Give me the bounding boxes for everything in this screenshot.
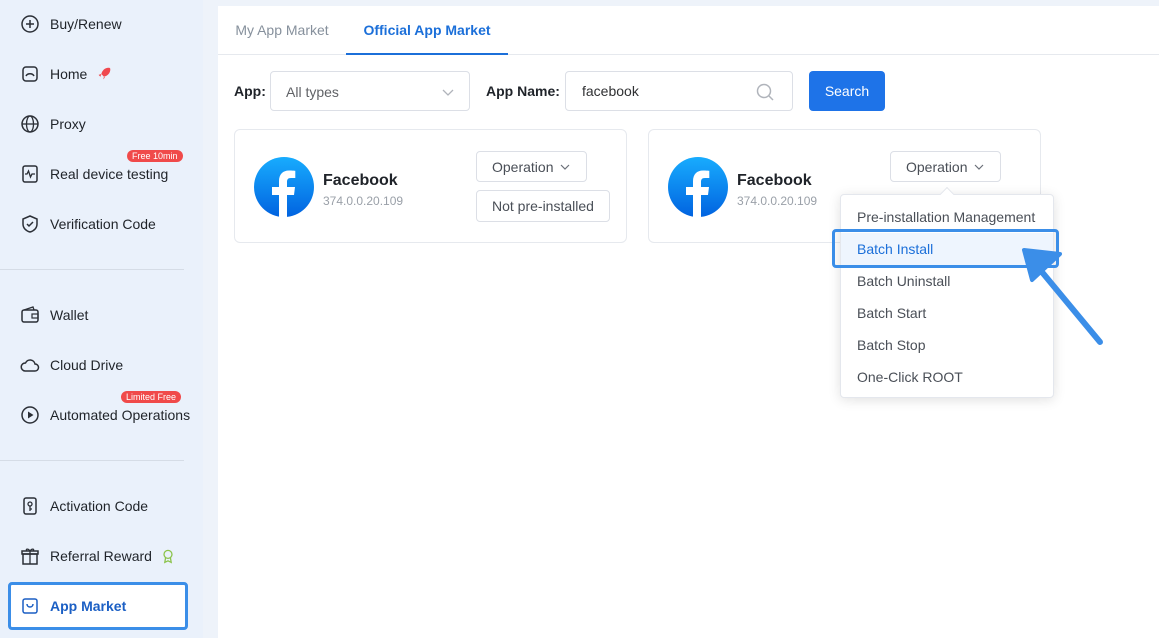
menu-item-one-click-root[interactable]: One-Click ROOT (841, 361, 1053, 393)
menu-item-preinstallation-management[interactable]: Pre-installation Management (841, 201, 1053, 233)
app-name: Facebook (323, 172, 398, 189)
app-name-label: App Name: (486, 83, 560, 99)
sidebar-item-home[interactable]: Home (8, 50, 188, 98)
app-filter-label: App: (234, 83, 266, 99)
app-name: Facebook (737, 172, 812, 189)
search-button[interactable]: Search (809, 71, 885, 111)
operation-dropdown-menu: Pre-installation Management Batch Instal… (840, 186, 1054, 398)
facebook-logo-icon (254, 157, 314, 217)
menu-item-batch-uninstall[interactable]: Batch Uninstall (841, 265, 1053, 297)
sidebar-item-buy-renew[interactable]: Buy/Renew (8, 0, 188, 48)
operation-button[interactable]: Operation (476, 151, 588, 182)
sidebar-item-label: Referral Reward (50, 548, 152, 564)
sidebar-item-label: App Market (50, 598, 127, 614)
sidebar-item-label: Real device testing (50, 166, 169, 182)
globe-icon (20, 114, 40, 134)
key-icon (20, 496, 40, 516)
shield-check-icon (20, 214, 40, 234)
not-preinstalled-button[interactable]: Not pre-installed (476, 190, 610, 222)
wallet-icon (20, 305, 40, 325)
sidebar-item-label: Proxy (50, 116, 86, 132)
sidebar-item-cloud-drive[interactable]: Cloud Drive (8, 341, 188, 389)
app-name-field (565, 71, 793, 111)
chevron-down-icon (561, 164, 570, 170)
app-card: Facebook 374.0.0.20.109 Operation Not pr… (234, 129, 627, 243)
operation-label: Operation (906, 158, 968, 175)
sidebar-item-wallet[interactable]: Wallet (8, 291, 188, 339)
sidebar-divider (0, 269, 184, 270)
sidebar-item-label: Automated Operations (50, 407, 191, 423)
chevron-down-icon (975, 164, 984, 170)
menu-item-batch-stop[interactable]: Batch Stop (841, 329, 1053, 361)
operation-label: Operation (492, 158, 554, 175)
facebook-logo-icon (668, 157, 728, 217)
sidebar-item-app-market[interactable]: App Market (8, 582, 188, 630)
app-version: 374.0.0.20.109 (737, 194, 818, 208)
sidebar-item-label: Activation Code (50, 498, 149, 514)
sidebar-divider (0, 460, 184, 461)
tab-bar: My App Market Official App Market (218, 6, 1159, 55)
sidebar-item-referral-reward[interactable]: Referral Reward (8, 532, 188, 580)
sidebar-item-label: Buy/Renew (50, 16, 122, 32)
sidebar-item-proxy[interactable]: Proxy (8, 100, 188, 148)
home-icon (20, 64, 40, 84)
app-type-select[interactable]: All types (270, 71, 470, 111)
tab-my-app-market[interactable]: My App Market (234, 6, 330, 55)
sidebar-item-label: Cloud Drive (50, 357, 124, 373)
gift-icon (20, 546, 40, 566)
sidebar-item-label: Wallet (50, 307, 89, 323)
app-version: 374.0.0.20.109 (323, 194, 404, 208)
tab-official-app-market[interactable]: Official App Market (346, 6, 508, 55)
sidebar: Buy/Renew Home Proxy Real device testing… (0, 0, 203, 638)
main-panel: My App Market Official App Market App: A… (218, 6, 1159, 638)
search-icon[interactable] (755, 82, 775, 102)
app-name-input[interactable] (567, 73, 747, 109)
limited-free-badge: Limited Free (121, 391, 182, 403)
menu-item-batch-start[interactable]: Batch Start (841, 297, 1053, 329)
sidebar-item-label: Verification Code (50, 216, 156, 232)
sidebar-item-label: Home (50, 66, 88, 82)
free-badge: Free 10min (127, 150, 183, 162)
rocket-icon (95, 65, 113, 83)
sidebar-item-automated-operations[interactable]: Automated Operations Limited Free (8, 391, 191, 439)
sidebar-item-verification-code[interactable]: Verification Code (8, 200, 188, 248)
sidebar-item-activation-code[interactable]: Activation Code (8, 482, 188, 530)
award-icon (160, 548, 176, 564)
play-circle-icon (20, 405, 40, 425)
plus-circle-icon (20, 14, 40, 34)
pulse-icon (20, 164, 40, 184)
app-type-value: All types (286, 84, 339, 100)
menu-item-batch-install[interactable]: Batch Install (841, 233, 1053, 265)
sidebar-item-real-device-testing[interactable]: Real device testing Free 10min (8, 150, 188, 198)
chevron-down-icon (442, 89, 454, 96)
cloud-icon (20, 355, 40, 375)
bag-icon (20, 596, 40, 616)
operation-button[interactable]: Operation (890, 151, 1002, 182)
